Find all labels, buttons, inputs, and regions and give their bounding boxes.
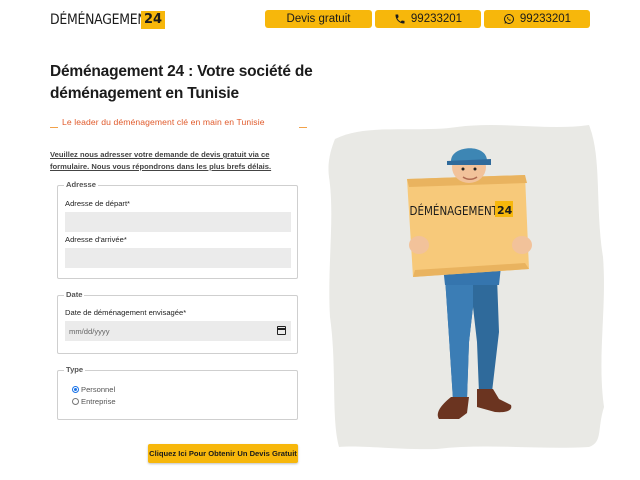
page-title: Déménagement 24 : Votre société de démén… [50,63,313,102]
arrivee-input[interactable] [65,248,291,268]
box-logo-text: DÉMÉNAGEMENT [410,204,499,218]
subtitle-divider-left [50,127,58,128]
depart-label: Adresse de départ* [65,199,131,208]
logo-text: DÉMÉNAGEMENT [50,12,154,28]
type-fieldset: Type Personnel Entreprise [57,365,298,420]
whatsapp-icon [503,13,515,25]
radio-personnel[interactable]: Personnel [72,385,115,394]
logo-number: 24 [141,11,166,29]
logo[interactable]: DÉMÉNAGEMENT 24 [50,11,171,29]
calendar-icon[interactable] [277,326,286,335]
radio-entreprise-input[interactable] [72,398,79,405]
date-placeholder: mm/dd/yyyy [69,326,110,336]
phone-label: 99233201 [410,13,463,25]
radio-personnel-input[interactable] [72,386,79,393]
depart-input[interactable] [65,212,291,232]
adresse-legend: Adresse [64,180,98,189]
adresse-fieldset: Adresse Adresse de départ* Adresse d'arr… [57,180,298,279]
arrivee-label: Adresse d'arrivée* [65,235,127,244]
phone-icon [394,13,406,25]
submit-button[interactable]: Cliquez Ici Pour Obtenir Un Devis Gratui… [148,444,298,463]
mover-illustration: DÉMÉNAGEMENT 24 [327,117,605,450]
date-input[interactable]: mm/dd/yyyy [65,321,291,341]
phone-button[interactable]: 99233201 [375,10,481,28]
whatsapp-button[interactable]: 99233201 [484,10,590,28]
date-fieldset: Date Date de déménagement envisagée* mm/… [57,290,298,354]
intro-text: Veuillez nous adresser votre demande de … [50,150,272,171]
box-logo-number: 24 [497,204,513,217]
submit-label: Cliquez Ici Pour Obtenir Un Devis Gratui… [149,449,297,458]
devis-gratuit-button[interactable]: Devis gratuit [265,10,372,28]
date-legend: Date [64,290,85,299]
subtitle: Le leader du déménagement clé en main en… [62,117,265,127]
radio-entreprise-label: Entreprise [81,397,116,406]
devis-gratuit-label: Devis gratuit [286,13,351,25]
subtitle-divider-right [299,127,307,128]
date-label: Date de déménagement envisagée* [65,308,187,317]
type-legend: Type [64,365,86,374]
radio-entreprise[interactable]: Entreprise [72,397,116,406]
whatsapp-label: 99233201 [519,13,572,25]
radio-personnel-label: Personnel [81,385,116,394]
